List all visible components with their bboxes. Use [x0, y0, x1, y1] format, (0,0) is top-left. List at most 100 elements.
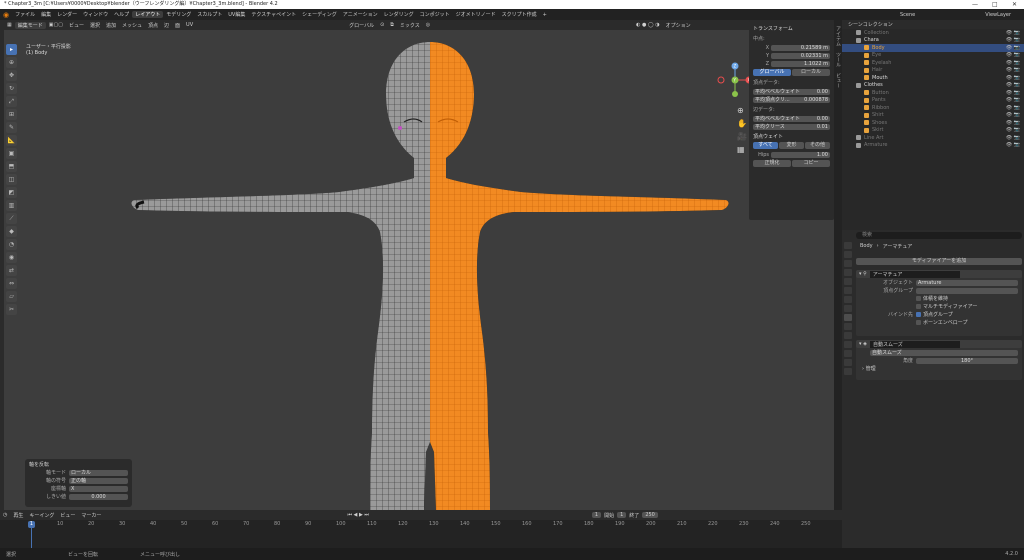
weights-deform-toggle[interactable]: 変形 — [779, 142, 804, 149]
pivot-icon[interactable]: ⊙ — [377, 22, 387, 28]
playback-controls[interactable]: ⏮ ◀ ▶ ⏭ — [344, 512, 371, 518]
editor-type-icon[interactable]: ▦ — [4, 22, 15, 28]
edge-crease-field[interactable]: 平均クリース 0.01 — [753, 123, 830, 130]
bevel-icon[interactable]: ◩ — [6, 187, 17, 198]
menu-view[interactable]: ビュー — [66, 22, 87, 29]
menu-timeline-view[interactable]: ビュー — [57, 512, 78, 519]
options-menu[interactable]: オプション — [663, 22, 694, 29]
poly-build-icon[interactable]: ◆ — [6, 226, 17, 237]
move-icon[interactable]: ✥ — [6, 70, 17, 81]
tab-particles[interactable] — [844, 323, 852, 330]
visibility-icon[interactable]: 👁 📷 — [1006, 52, 1020, 58]
outliner-row[interactable]: Hair 👁 📷 — [842, 67, 1024, 75]
visibility-icon[interactable]: 👁 📷 — [1006, 135, 1020, 141]
menu-edit[interactable]: 編集 — [38, 11, 54, 18]
inset-icon[interactable]: ◫ — [6, 174, 17, 185]
armature-modifier-name[interactable]: アーマチュア — [869, 270, 960, 278]
edge-bevel-field[interactable]: 平均ベベルウェイト 0.00 — [753, 115, 830, 122]
tab-output[interactable] — [844, 260, 852, 267]
spin-icon[interactable]: ◔ — [6, 239, 17, 250]
scale-icon[interactable]: ⤢ — [6, 96, 17, 107]
y-field[interactable]: 0.02331 m — [771, 52, 830, 59]
scene-collection-label[interactable]: シーンコレクション — [848, 21, 893, 28]
tab-tool[interactable]: ツール — [835, 52, 842, 67]
snap-selector[interactable]: ミックス — [397, 22, 423, 29]
axis-mode-select[interactable]: ローカル — [69, 469, 128, 476]
visibility-icon[interactable]: 👁 📷 — [1006, 30, 1020, 36]
tab-render[interactable] — [844, 251, 852, 258]
vertex-weight-header[interactable]: 頂点ウェイト — [753, 133, 830, 140]
tab-view-layer[interactable] — [844, 269, 852, 276]
snap-icon[interactable]: ⧉ — [387, 22, 397, 28]
tab-modifiers[interactable] — [844, 314, 852, 321]
visibility-icon[interactable]: 👁 📷 — [1006, 105, 1020, 111]
visibility-icon[interactable]: 👁 📷 — [1006, 120, 1020, 126]
select-box-icon[interactable]: ▸ — [6, 44, 17, 55]
orientation-selector[interactable]: グローバル — [346, 22, 377, 29]
rip-icon[interactable]: ✂ — [6, 304, 17, 315]
object-field[interactable]: Armature — [916, 279, 1018, 286]
axis-select[interactable]: X — [69, 485, 128, 492]
playhead[interactable]: 1 — [28, 521, 35, 528]
tab-tool-props[interactable] — [844, 242, 852, 249]
annotate-icon[interactable]: ✎ — [6, 122, 17, 133]
node-group-field[interactable]: 自動スムーズ — [870, 349, 1018, 356]
outliner-row[interactable]: Skirt 👁 📷 — [842, 127, 1024, 135]
outliner-row[interactable]: Eye 👁 📷 — [842, 52, 1024, 60]
menu-marker[interactable]: マーカー — [78, 512, 104, 519]
menu-playback[interactable]: 再生 — [10, 512, 26, 519]
tab-scene[interactable] — [844, 278, 852, 285]
shear-icon[interactable]: ▱ — [6, 291, 17, 302]
outliner-row[interactable]: Eyelash 👁 📷 — [842, 59, 1024, 67]
menu-help[interactable]: ヘルプ — [111, 11, 132, 18]
operator-title[interactable]: 軸を反転 — [29, 461, 128, 468]
current-frame-field[interactable]: 1 — [591, 512, 602, 518]
tab-view[interactable]: ビュー — [835, 73, 842, 88]
visibility-icon[interactable]: 👁 📷 — [1006, 97, 1020, 103]
loop-cut-icon[interactable]: ▥ — [6, 200, 17, 211]
smooth-modifier-header[interactable]: ▾ ◈ 自動スムーズ — [856, 340, 1022, 348]
visibility-icon[interactable]: 👁 📷 — [1006, 45, 1020, 51]
tab-modeling[interactable]: モデリング — [163, 11, 194, 18]
menu-window[interactable]: ウィンドウ — [80, 11, 111, 18]
tab-material[interactable] — [844, 359, 852, 366]
local-toggle[interactable]: ローカル — [792, 69, 830, 76]
3d-viewport[interactable]: ▦ 編集モード ▣▢▢ ビュー 選択 追加 メッシュ 頂点 辺 面 UV グロー… — [4, 20, 834, 510]
add-modifier-button[interactable]: モディファイアーを追加 — [856, 258, 1022, 265]
visibility-icon[interactable]: 👁 📷 — [1006, 75, 1020, 81]
tab-rendering[interactable]: レンダリング — [381, 11, 417, 18]
maximize-button[interactable]: □ — [992, 0, 998, 9]
hips-weight-field[interactable]: 1.00 — [771, 151, 830, 158]
close-button[interactable]: ✕ — [1012, 0, 1017, 9]
menu-uv[interactable]: UV — [183, 22, 196, 28]
tab-uv-editing[interactable]: UV編集 — [225, 11, 248, 18]
bone-envelopes-checkbox[interactable]: ボーンエンベロープ — [916, 319, 967, 326]
tab-physics[interactable] — [844, 332, 852, 339]
armature-modifier-header[interactable]: ▾ ⚲ アーマチュア — [856, 270, 1022, 278]
vertex-group-field[interactable] — [916, 287, 1018, 294]
viewlayer-selector[interactable]: ViewLayer — [985, 12, 1011, 18]
start-frame-field[interactable]: 1 — [617, 512, 627, 518]
menu-file[interactable]: ファイル — [12, 11, 38, 18]
menu-select[interactable]: 選択 — [87, 22, 103, 29]
tab-data[interactable] — [844, 350, 852, 357]
end-frame-field[interactable]: 250 — [642, 512, 658, 518]
view-nav-icons[interactable]: ⊕ ✋ 🎥 ▦ — [737, 104, 747, 156]
blender-logo-icon[interactable]: ◉ — [0, 11, 12, 19]
tab-scripting[interactable]: スクリプト作成 — [499, 11, 540, 18]
measure-icon[interactable]: 📐 — [6, 135, 17, 146]
extrude-icon[interactable]: ⬒ — [6, 161, 17, 172]
tab-animation[interactable]: アニメーション — [340, 11, 381, 18]
tab-shading[interactable]: シェーディング — [299, 11, 340, 18]
tab-item[interactable]: アイテム — [835, 26, 842, 46]
smooth-modifier-name[interactable]: 自動スムーズ — [869, 340, 960, 348]
minimize-button[interactable]: — — [972, 0, 978, 9]
outliner-row[interactable]: Line Art 👁 📷 — [842, 134, 1024, 142]
outliner-row[interactable]: Collection 👁 📷 — [842, 29, 1024, 37]
select-mode-icon[interactable]: ▣▢▢ — [46, 22, 66, 28]
smooth-icon[interactable]: ◉ — [6, 252, 17, 263]
outliner-row[interactable]: Body 👁 📷 — [842, 44, 1024, 52]
visibility-icon[interactable]: 👁 📷 — [1006, 112, 1020, 118]
tab-layout[interactable]: レイアウト — [132, 11, 164, 18]
menu-edge[interactable]: 辺 — [161, 22, 172, 29]
